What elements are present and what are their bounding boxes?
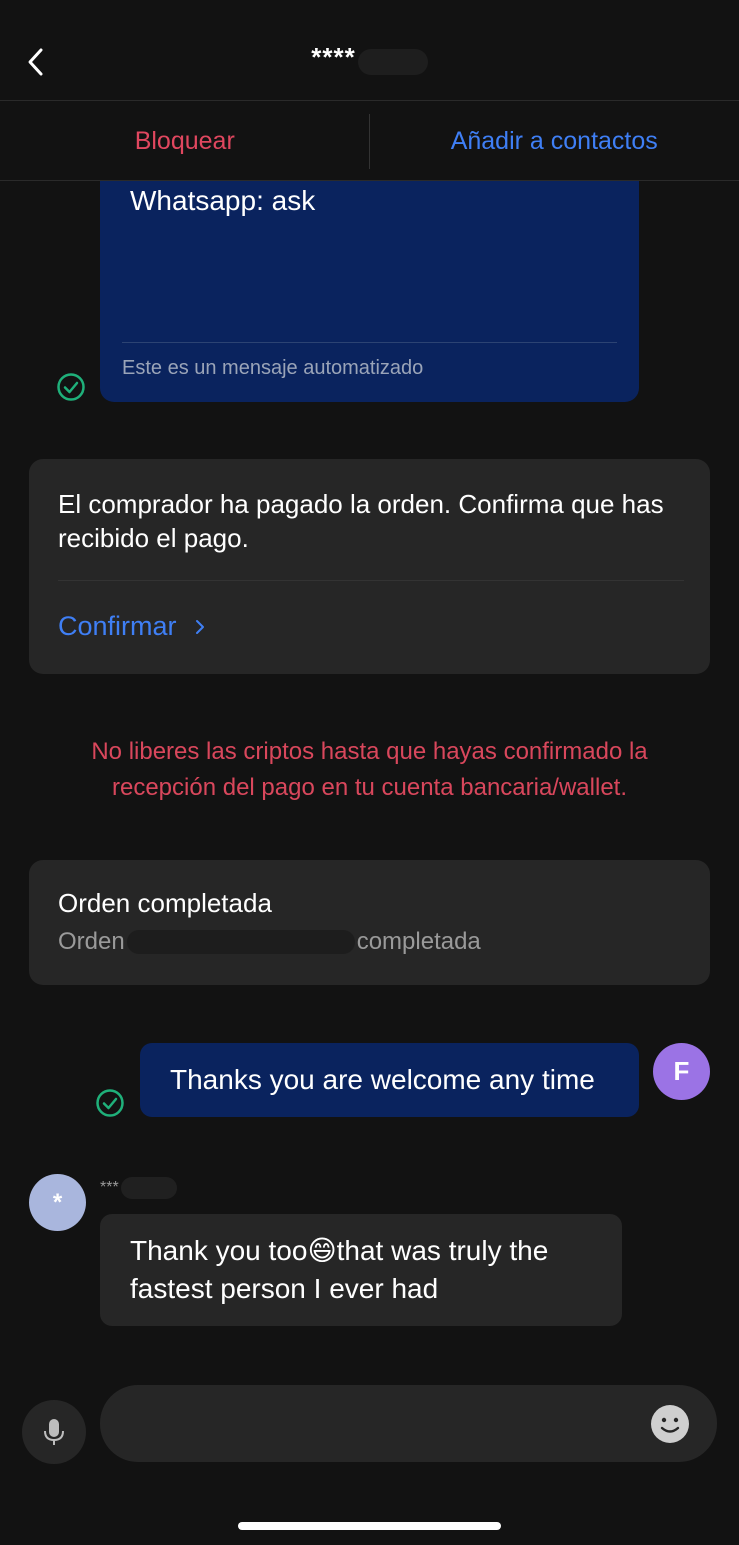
message-input[interactable] (100, 1385, 717, 1462)
automated-message-text: Whatsapp: ask (130, 185, 316, 216)
contact-actions-bar: Bloquear Añadir a contactos (0, 102, 739, 181)
sent-check-icon (57, 373, 85, 401)
confirm-button[interactable]: Confirmar (58, 611, 205, 642)
block-button[interactable]: Bloquear (0, 102, 370, 180)
incoming-message-text: Thank you too😄that was truly the fastest… (130, 1235, 549, 1304)
microphone-icon (44, 1419, 64, 1445)
sent-check-icon (96, 1089, 124, 1117)
redaction-mask (126, 930, 355, 954)
payment-card-divider (58, 580, 684, 581)
order-completed-card: Orden completada Orden completada (29, 860, 710, 985)
automated-message-bubble: Whatsapp: ask Este es un mensaje automat… (100, 181, 639, 402)
chat-title: **** (0, 42, 739, 75)
payment-notice-card: El comprador ha pagado la orden. Confirm… (29, 459, 710, 674)
avatar[interactable]: * (29, 1174, 86, 1231)
order-completed-subtitle: Orden completada (58, 928, 481, 956)
automated-message-note: Este es un mensaje automatizado (122, 357, 424, 379)
payment-notice-text: El comprador ha pagado la orden. Confirm… (58, 489, 664, 553)
chat-header: **** (0, 0, 739, 101)
order-sub-prefix: Orden (58, 928, 125, 955)
redaction-mask (120, 1177, 177, 1199)
actions-divider (369, 114, 370, 169)
confirm-label: Confirmar (58, 611, 177, 641)
redaction-mask (357, 48, 428, 75)
outgoing-message-text: Thanks you are welcome any time (170, 1064, 595, 1095)
sender-name: *** (100, 1177, 177, 1199)
avatar[interactable]: F (653, 1043, 710, 1100)
order-sub-suffix: completada (356, 928, 481, 955)
home-indicator (238, 1522, 501, 1530)
automated-message-divider (122, 342, 617, 343)
release-warning-text: No liberes las criptos hasta que hayas c… (91, 738, 648, 801)
chevron-right-icon (195, 619, 204, 634)
outgoing-message-bubble: Thanks you are welcome any time (140, 1043, 639, 1117)
add-contact-button[interactable]: Añadir a contactos (370, 102, 739, 180)
emoji-icon[interactable] (650, 1404, 690, 1444)
contact-name: **** (311, 42, 356, 72)
voice-message-button[interactable] (22, 1400, 86, 1464)
sender-name-text: *** (100, 1179, 119, 1196)
order-completed-title: Orden completada (58, 888, 272, 918)
incoming-message-bubble: Thank you too😄that was truly the fastest… (100, 1214, 622, 1326)
